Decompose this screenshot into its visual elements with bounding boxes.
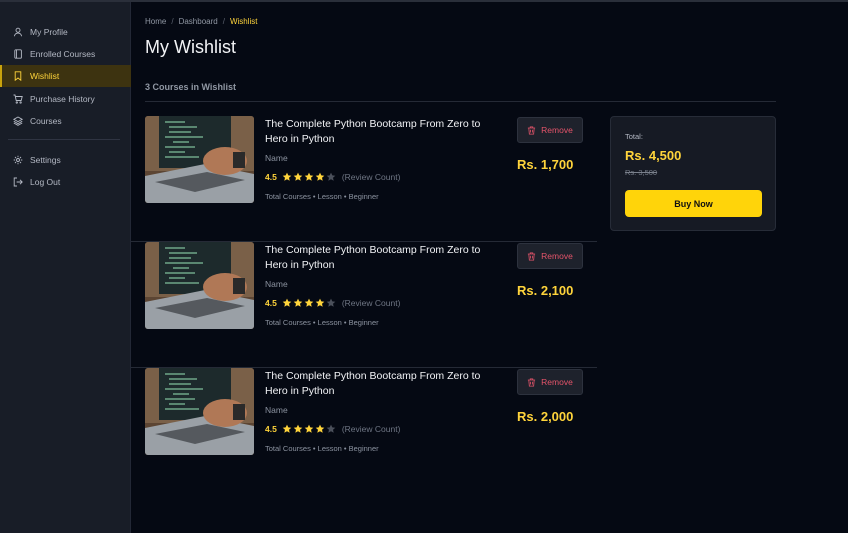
course-thumbnail[interactable]: [145, 116, 254, 203]
breadcrumb-separator: /: [222, 17, 225, 26]
rating-value: 4.5: [265, 298, 277, 308]
course-title[interactable]: The Complete Python Bootcamp From Zero t…: [265, 243, 505, 273]
star-rating: [282, 424, 336, 434]
star-rating: [282, 172, 336, 182]
remove-label: Remove: [541, 251, 573, 261]
star-empty-icon: [326, 424, 336, 433]
breadcrumb-separator: /: [171, 17, 174, 26]
star-icon: [282, 172, 292, 181]
wishlist-item: The Complete Python Bootcamp From Zero t…: [131, 242, 597, 368]
remove-button[interactable]: Remove: [517, 369, 583, 395]
rating-row: 4.5 (Review Count): [265, 424, 400, 434]
course-thumbnail[interactable]: [145, 368, 254, 455]
review-count: (Review Count): [341, 172, 401, 182]
star-icon: [304, 172, 314, 181]
remove-label: Remove: [541, 377, 573, 387]
star-rating: [282, 298, 336, 308]
course-title[interactable]: The Complete Python Bootcamp From Zero t…: [265, 369, 505, 399]
sidebar-item-label: Settings: [30, 155, 61, 165]
wishlist-item: The Complete Python Bootcamp From Zero t…: [131, 368, 597, 468]
total-label: Total:: [625, 132, 643, 141]
star-empty-icon: [326, 172, 336, 181]
remove-label: Remove: [541, 125, 573, 135]
rating-value: 4.5: [265, 424, 277, 434]
instructor-name: Name: [265, 279, 288, 289]
star-icon: [315, 172, 325, 181]
sidebar-item-label: Purchase History: [30, 94, 95, 104]
trash-icon: [528, 251, 536, 261]
book-icon: [13, 49, 23, 59]
buy-now-button[interactable]: Buy Now: [625, 190, 762, 217]
breadcrumb-current: Wishlist: [229, 17, 258, 26]
sidebar-item-purchase-history[interactable]: Purchase History: [0, 88, 131, 110]
sidebar: My Profile Enrolled Courses Wishlist Pur…: [0, 2, 131, 533]
star-icon: [282, 424, 292, 433]
layers-icon: [13, 116, 23, 126]
rating-row: 4.5 (Review Count): [265, 172, 400, 182]
course-meta: Total Courses • Lesson • Beginner: [265, 192, 379, 201]
sidebar-item-my-profile[interactable]: My Profile: [0, 21, 131, 43]
header-divider: [145, 101, 776, 102]
rating-row: 4.5 (Review Count): [265, 298, 400, 308]
star-icon: [293, 424, 303, 433]
star-icon: [315, 424, 325, 433]
star-icon: [282, 298, 292, 307]
sidebar-item-label: Wishlist: [30, 71, 60, 81]
remove-button[interactable]: Remove: [517, 243, 583, 269]
course-meta: Total Courses • Lesson • Beginner: [265, 318, 379, 327]
sidebar-item-wishlist[interactable]: Wishlist: [0, 65, 131, 87]
star-icon: [293, 298, 303, 307]
star-icon: [293, 172, 303, 181]
sidebar-item-log-out[interactable]: Log Out: [0, 171, 131, 193]
wishlist-item: The Complete Python Bootcamp From Zero t…: [131, 116, 597, 242]
course-price: Rs. 2,000: [517, 409, 574, 424]
sidebar-item-label: Log Out: [30, 177, 61, 187]
remove-button[interactable]: Remove: [517, 117, 583, 143]
trash-icon: [528, 125, 536, 135]
course-thumbnail[interactable]: [145, 242, 254, 329]
instructor-name: Name: [265, 153, 288, 163]
course-price: Rs. 2,100: [517, 283, 574, 298]
star-icon: [304, 424, 314, 433]
course-meta: Total Courses • Lesson • Beginner: [265, 444, 379, 453]
review-count: (Review Count): [341, 298, 401, 308]
trash-icon: [528, 377, 536, 387]
review-count: (Review Count): [341, 424, 401, 434]
star-icon: [315, 298, 325, 307]
original-price: Rs. 3,500: [625, 168, 658, 177]
breadcrumb-home[interactable]: Home: [145, 17, 166, 26]
page-title: My Wishlist: [145, 37, 236, 57]
total-price: Rs. 4,500: [625, 148, 682, 163]
sidebar-item-enrolled-courses[interactable]: Enrolled Courses: [0, 43, 131, 65]
sidebar-item-courses[interactable]: Courses: [0, 110, 131, 132]
star-icon: [304, 298, 314, 307]
sidebar-divider: [8, 139, 120, 140]
bookmark-icon: [13, 71, 23, 81]
cart-icon: [13, 94, 23, 104]
course-title[interactable]: The Complete Python Bootcamp From Zero t…: [265, 117, 505, 147]
sidebar-item-label: My Profile: [30, 27, 68, 37]
order-summary-card: Total: Rs. 4,500 Rs. 3,500 Buy Now: [610, 116, 776, 231]
sidebar-item-label: Courses: [30, 116, 62, 126]
instructor-name: Name: [265, 405, 288, 415]
logout-icon: [13, 177, 23, 187]
wishlist-count: 3 Courses in Wishlist: [145, 82, 236, 92]
sidebar-item-label: Enrolled Courses: [30, 49, 96, 59]
sidebar-item-settings[interactable]: Settings: [0, 149, 131, 171]
breadcrumb-dashboard[interactable]: Dashboard: [179, 17, 218, 26]
gear-icon: [13, 155, 23, 165]
rating-value: 4.5: [265, 172, 277, 182]
breadcrumb: Home / Dashboard / Wishlist: [145, 17, 258, 26]
star-empty-icon: [326, 298, 336, 307]
course-price: Rs. 1,700: [517, 157, 574, 172]
user-icon: [13, 27, 23, 37]
